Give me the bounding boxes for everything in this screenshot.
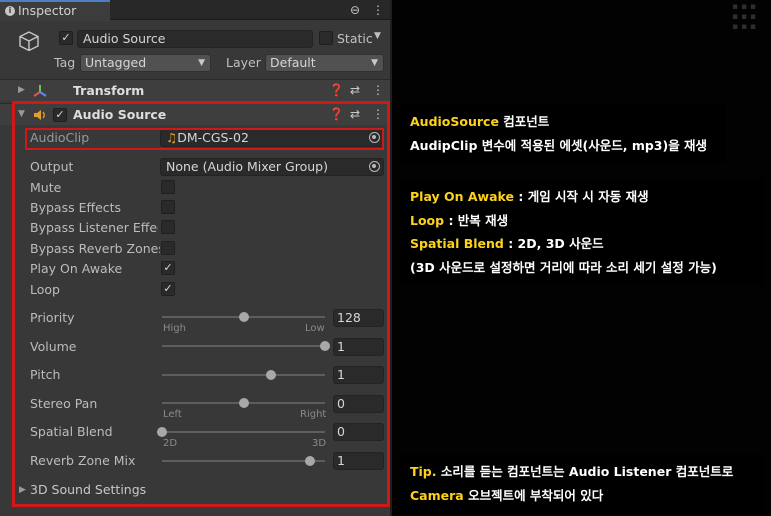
note2-line1-rest: : 게임 시작 시 자동 재생	[514, 189, 649, 204]
tag-label: Tag	[54, 55, 76, 70]
note2-line2-highlight: Loop	[410, 212, 445, 228]
note2-line3-highlight: Spatial Blend	[410, 236, 504, 251]
note3-line2-highlight: Camera	[410, 487, 464, 503]
highlight-box-audioclip	[25, 128, 384, 150]
presets-icon[interactable]: ⇄	[350, 83, 360, 97]
transform-axes-icon	[33, 85, 47, 97]
annotation-area: ▪ ▪ ▪ ▪ ▪ ▪ ▪ ▪ ▪ AudioSource 컴포넌트 AudipCl…	[392, 0, 771, 516]
layer-label: Layer	[226, 55, 261, 70]
tag-dropdown[interactable]: Untagged ▼	[80, 54, 211, 72]
static-checkbox[interactable]	[319, 31, 333, 45]
note1-line2: AudipClip 변수에 적용된 에셋(사운드, mp3)을 재생	[410, 137, 708, 153]
gameobject-cube-icon	[19, 31, 39, 52]
info-icon: i	[5, 6, 15, 16]
lock-icon[interactable]: ⊖	[350, 3, 360, 17]
note2-line2-rest: : 반복 재생	[444, 212, 509, 228]
help-icon[interactable]: ❓	[329, 83, 344, 97]
tab-menu-icon[interactable]: ⋮	[372, 3, 384, 17]
background-faint-text: ▪ ▪ ▪ ▪ ▪ ▪ ▪ ▪ ▪	[732, 2, 757, 32]
static-label: Static	[337, 31, 373, 46]
layer-dropdown-value: Default	[270, 55, 316, 70]
note2-line4: (3D 사운드로 설정하면 거리에 따라 소리 세기 설정 가능)	[410, 259, 717, 275]
note3-line1-rest: 소리를 듣는 컴포넌트는 Audio Listener 컴포넌트로	[436, 464, 734, 479]
note3-line2-rest: 오브젝트에 부착되어 있다	[463, 487, 604, 503]
tab-inspector-label: Inspector	[18, 3, 77, 18]
layer-dropdown[interactable]: Default ▼	[265, 54, 384, 72]
note-audiosource: AudioSource 컴포넌트 AudipClip 변수에 적용된 에셋(사운…	[400, 104, 726, 163]
fold-arrow-right-icon[interactable]: ▶	[18, 85, 25, 95]
highlight-box-audiosource	[12, 101, 390, 507]
gameobject-name-input[interactable]: Audio Source	[77, 30, 313, 48]
transform-title: Transform	[73, 83, 145, 98]
tag-dropdown-value: Untagged	[85, 55, 147, 70]
note3-line1-highlight: Tip.	[410, 464, 437, 479]
inspector-panel: i Inspector ⊖ ⋮ ✓ Audio Source Static ▼ …	[0, 0, 392, 516]
tab-inspector[interactable]: i Inspector	[0, 0, 110, 21]
static-dropdown-caret-icon[interactable]: ▼	[374, 31, 381, 41]
note-tip: Tip. 소리를 듣는 컴포넌트는 Audio Listener 컴포넌트로 C…	[400, 454, 764, 513]
transform-component-header[interactable]: ▶ Transform ❓ ⇄ ⋮	[0, 79, 390, 101]
note1-line1-highlight: AudioSource	[410, 114, 499, 129]
note2-line1-highlight: Play On Awake	[410, 189, 514, 204]
chevron-down-icon: ▼	[198, 58, 205, 68]
chevron-down-icon: ▼	[371, 58, 378, 68]
inspector-tabbar: i Inspector ⊖ ⋮	[0, 0, 390, 21]
note-properties: Play On Awake : 게임 시작 시 자동 재생 Loop : 반복 …	[400, 179, 764, 285]
note1-line1-rest: 컴포넌트	[498, 114, 550, 129]
note2-line3-rest: : 2D, 3D 사운드	[503, 236, 604, 251]
gameobject-active-checkbox[interactable]: ✓	[59, 31, 73, 45]
component-menu-icon[interactable]: ⋮	[372, 83, 384, 97]
